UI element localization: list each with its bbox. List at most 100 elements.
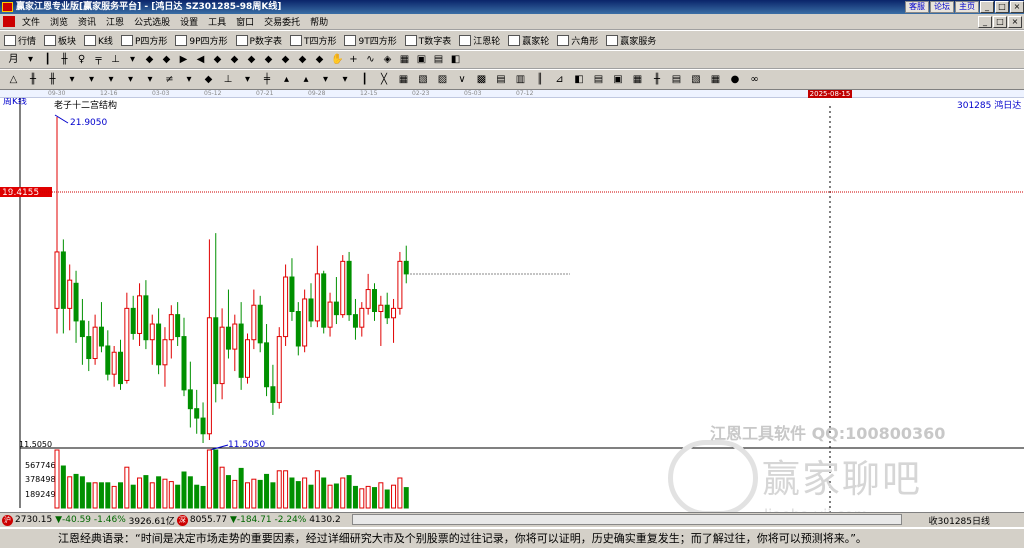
minimize-button[interactable]: _ xyxy=(980,1,994,13)
maximize-button[interactable]: □ xyxy=(995,1,1009,13)
draw-tool-22-icon[interactable]: ◈ xyxy=(382,54,393,65)
draw-tool-12-icon[interactable]: ◆ xyxy=(212,54,223,65)
draw-tool-20-icon[interactable]: + xyxy=(348,54,359,65)
toolbar-item-9[interactable]: 江恩轮 xyxy=(459,34,500,47)
analysis-tool-3-icon[interactable]: ▾ xyxy=(67,74,78,85)
toolbar-item-6[interactable]: T四方形 xyxy=(289,34,336,47)
analysis-tool-15-icon[interactable]: ▴ xyxy=(301,74,312,85)
volume-bar xyxy=(225,475,231,509)
analysis-tool-8-icon[interactable]: ≠ xyxy=(164,74,175,85)
mdi-restore-button[interactable]: □ xyxy=(993,16,1007,28)
menu-settings[interactable]: 设置 xyxy=(175,15,203,28)
toolbar-item-8[interactable]: T数字表 xyxy=(404,34,451,47)
menu-news[interactable]: 资讯 xyxy=(73,15,101,28)
menu-file[interactable]: 文件 xyxy=(17,15,45,28)
menu-formula[interactable]: 公式选股 xyxy=(129,15,175,28)
draw-tool-2-icon[interactable]: ┃ xyxy=(42,54,53,65)
analysis-tool-33-icon[interactable]: ╫ xyxy=(652,74,663,85)
analysis-tool-14-icon[interactable]: ▴ xyxy=(281,74,292,85)
draw-tool-11-icon[interactable]: ◀ xyxy=(195,54,206,65)
toolbar-item-12[interactable]: 赢家服务 xyxy=(606,34,656,47)
draw-tool-23-icon[interactable]: ▦ xyxy=(399,54,410,65)
analysis-tool-6-icon[interactable]: ▾ xyxy=(125,74,136,85)
analysis-tool-22-icon[interactable]: ▨ xyxy=(437,74,448,85)
menu-window[interactable]: 窗口 xyxy=(231,15,259,28)
draw-tool-16-icon[interactable]: ◆ xyxy=(280,54,291,65)
draw-tool-17-icon[interactable]: ◆ xyxy=(297,54,308,65)
analysis-tool-2-icon[interactable]: ╫ xyxy=(47,74,58,85)
link-home[interactable]: 主页 xyxy=(955,1,979,13)
analysis-tool-38-icon[interactable]: ∞ xyxy=(749,74,760,85)
analysis-tool-1-icon[interactable]: ╫ xyxy=(28,74,39,85)
analysis-tool-25-icon[interactable]: ▤ xyxy=(496,74,507,85)
draw-tool-19-icon[interactable]: ✋ xyxy=(331,54,343,65)
toolbar-item-11[interactable]: 六角形 xyxy=(557,34,598,47)
analysis-tool-4-icon[interactable]: ▾ xyxy=(86,74,97,85)
draw-tool-10-icon[interactable]: ▶ xyxy=(178,54,189,65)
analysis-tool-30-icon[interactable]: ▤ xyxy=(593,74,604,85)
analysis-tool-7-icon[interactable]: ▾ xyxy=(145,74,156,85)
draw-tool-1-icon[interactable]: ▾ xyxy=(25,54,36,65)
analysis-tool-23-icon[interactable]: ∨ xyxy=(457,74,468,85)
analysis-tool-19-icon[interactable]: ╳ xyxy=(379,74,390,85)
menu-browse[interactable]: 浏览 xyxy=(45,15,73,28)
draw-tool-0-icon[interactable]: 月 xyxy=(8,54,19,65)
draw-tool-26-icon[interactable]: ◧ xyxy=(450,54,461,65)
analysis-tool-13-icon[interactable]: ╪ xyxy=(262,74,273,85)
mdi-close-button[interactable]: × xyxy=(1008,16,1022,28)
toolbar-item-5[interactable]: P数字表 xyxy=(235,34,282,47)
analysis-tool-10-icon[interactable]: ◆ xyxy=(203,74,214,85)
toolbar-item-3[interactable]: P四方形 xyxy=(120,34,167,47)
analysis-tool-11-icon[interactable]: ⊥ xyxy=(223,74,234,85)
menu-gann[interactable]: 江恩 xyxy=(101,15,129,28)
analysis-tool-0-icon[interactable]: △ xyxy=(8,74,19,85)
analysis-tool-35-icon[interactable]: ▧ xyxy=(691,74,702,85)
analysis-tool-29-icon[interactable]: ◧ xyxy=(574,74,585,85)
analysis-tool-9-icon[interactable]: ▾ xyxy=(184,74,195,85)
menu-trade[interactable]: 交易委托 xyxy=(259,15,305,28)
analysis-tool-37-icon[interactable]: ● xyxy=(730,74,741,85)
analysis-tool-21-icon[interactable]: ▧ xyxy=(418,74,429,85)
analysis-tool-17-icon[interactable]: ▾ xyxy=(340,74,351,85)
menu-tools[interactable]: 工具 xyxy=(203,15,231,28)
toolbar-item-1[interactable]: 板块 xyxy=(44,34,76,47)
draw-tool-14-icon[interactable]: ◆ xyxy=(246,54,257,65)
analysis-tool-34-icon[interactable]: ▤ xyxy=(671,74,682,85)
draw-tool-15-icon[interactable]: ◆ xyxy=(263,54,274,65)
analysis-tool-5-icon[interactable]: ▾ xyxy=(106,74,117,85)
draw-tool-5-icon[interactable]: ╤ xyxy=(93,54,104,65)
analysis-tool-20-icon[interactable]: ▦ xyxy=(398,74,409,85)
draw-tool-7-icon[interactable]: ▾ xyxy=(127,54,138,65)
analysis-tool-24-icon[interactable]: ▩ xyxy=(476,74,487,85)
analysis-tool-36-icon[interactable]: ▦ xyxy=(710,74,721,85)
toolbar-item-10[interactable]: 赢家轮 xyxy=(508,34,549,47)
draw-tool-8-icon[interactable]: ◆ xyxy=(144,54,155,65)
analysis-tool-16-icon[interactable]: ▾ xyxy=(320,74,331,85)
link-forum[interactable]: 论坛 xyxy=(930,1,954,13)
analysis-tool-18-icon[interactable]: ┃ xyxy=(359,74,370,85)
draw-tool-21-icon[interactable]: ∿ xyxy=(365,54,376,65)
analysis-tool-12-icon[interactable]: ▾ xyxy=(242,74,253,85)
draw-tool-6-icon[interactable]: ⊥ xyxy=(110,54,121,65)
toolbar-item-7[interactable]: 9T四方形 xyxy=(344,34,397,47)
analysis-tool-27-icon[interactable]: ║ xyxy=(535,74,546,85)
analysis-tool-26-icon[interactable]: ▥ xyxy=(515,74,526,85)
draw-tool-9-icon[interactable]: ◆ xyxy=(161,54,172,65)
draw-tool-18-icon[interactable]: ◆ xyxy=(314,54,325,65)
link-kefu[interactable]: 客服 xyxy=(905,1,929,13)
draw-tool-24-icon[interactable]: ▣ xyxy=(416,54,427,65)
toolbar-item-0[interactable]: 行情 xyxy=(4,34,36,47)
close-button[interactable]: × xyxy=(1010,1,1024,13)
toolbar-item-2[interactable]: K线 xyxy=(84,34,113,47)
draw-tool-4-icon[interactable]: ♀ xyxy=(76,54,87,65)
draw-tool-13-icon[interactable]: ◆ xyxy=(229,54,240,65)
menu-help[interactable]: 帮助 xyxy=(305,15,333,28)
analysis-tool-31-icon[interactable]: ▣ xyxy=(613,74,624,85)
toolbar-item-4[interactable]: 9P四方形 xyxy=(175,34,228,47)
draw-tool-25-icon[interactable]: ▤ xyxy=(433,54,444,65)
horizontal-scrollbar[interactable] xyxy=(352,514,902,525)
analysis-tool-32-icon[interactable]: ▦ xyxy=(632,74,643,85)
draw-tool-3-icon[interactable]: ╫ xyxy=(59,54,70,65)
mdi-minimize-button[interactable]: _ xyxy=(978,16,992,28)
analysis-tool-28-icon[interactable]: ⊿ xyxy=(554,74,565,85)
